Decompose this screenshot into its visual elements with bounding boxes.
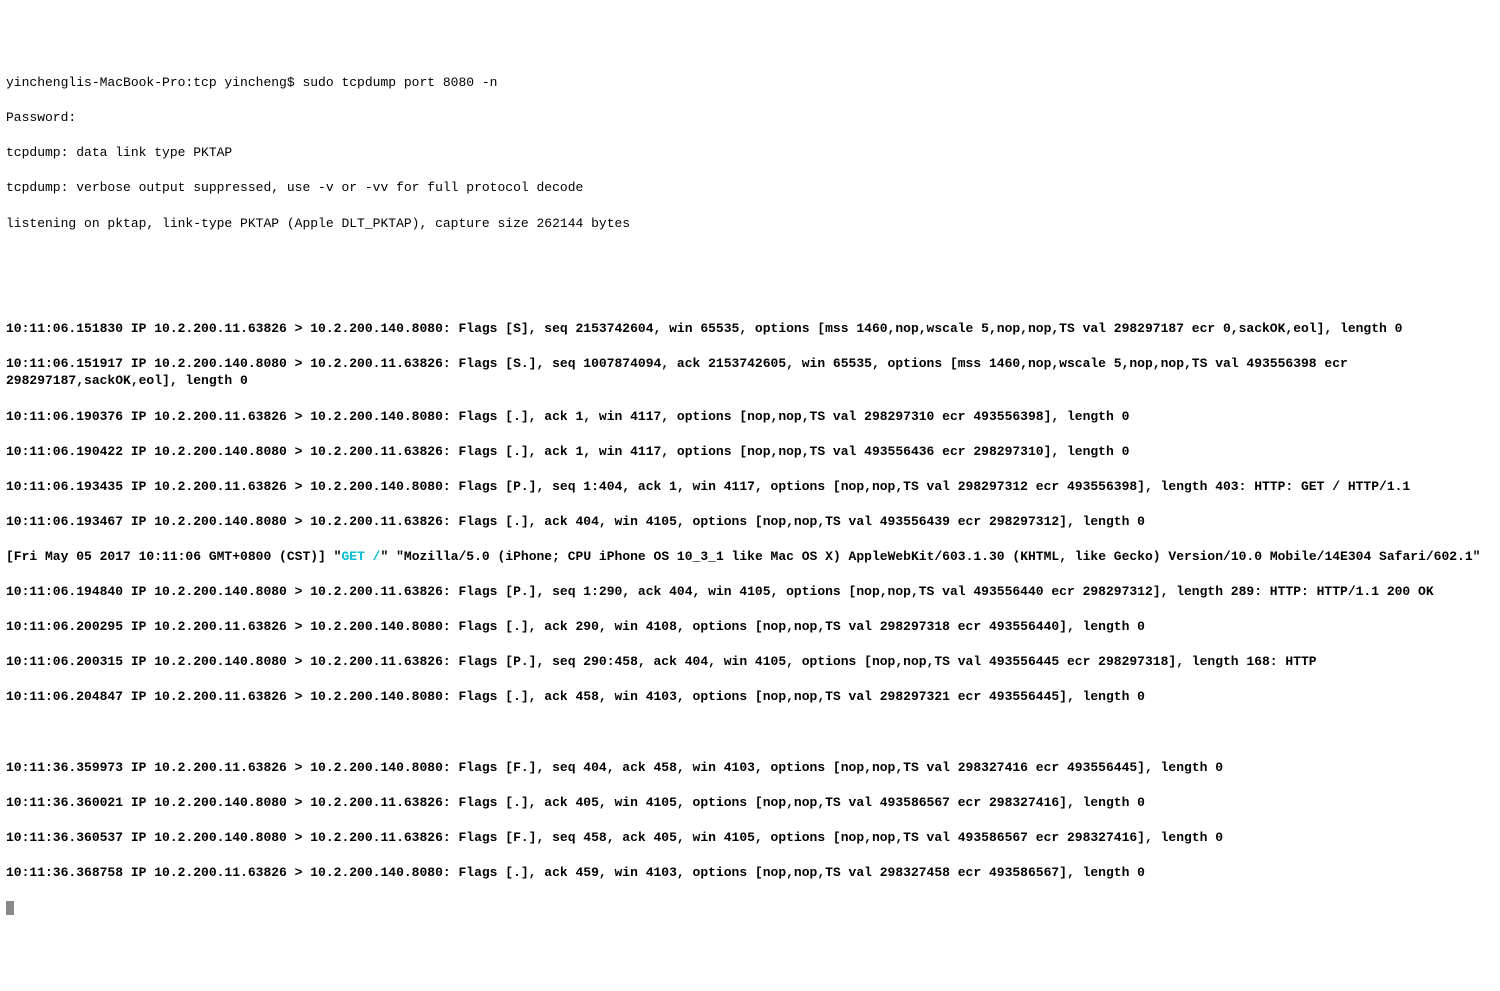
packet-line: 10:11:06.204847 IP 10.2.200.11.63826 > 1…	[6, 688, 1494, 706]
packet-line: 10:11:36.360537 IP 10.2.200.140.8080 > 1…	[6, 829, 1494, 847]
packet-line: 10:11:36.359973 IP 10.2.200.11.63826 > 1…	[6, 759, 1494, 777]
password-prompt[interactable]: Password:	[6, 109, 1494, 127]
packet-line: 10:11:06.193435 IP 10.2.200.11.63826 > 1…	[6, 478, 1494, 496]
blank-line	[6, 285, 1494, 303]
packet-line: 10:11:06.190422 IP 10.2.200.140.8080 > 1…	[6, 443, 1494, 461]
http-log-line: [Fri May 05 2017 10:11:06 GMT+0800 (CST)…	[6, 548, 1494, 566]
tcpdump-msg: tcpdump: data link type PKTAP	[6, 144, 1494, 162]
packet-line: 10:11:06.200295 IP 10.2.200.11.63826 > 1…	[6, 618, 1494, 636]
http-method: GET /	[341, 549, 380, 564]
packet-line: 10:11:06.194840 IP 10.2.200.140.8080 > 1…	[6, 583, 1494, 601]
tcpdump-msg: tcpdump: verbose output suppressed, use …	[6, 179, 1494, 197]
packet-line: 10:11:36.360021 IP 10.2.200.140.8080 > 1…	[6, 794, 1494, 812]
log-prefix: [Fri May 05 2017 10:11:06 GMT+0800 (CST)…	[6, 549, 341, 564]
packet-line: 10:11:06.193467 IP 10.2.200.140.8080 > 1…	[6, 513, 1494, 531]
blank-line	[6, 723, 1494, 741]
packet-line: 10:11:06.151830 IP 10.2.200.11.63826 > 1…	[6, 320, 1494, 338]
packet-line: 10:11:06.151917 IP 10.2.200.140.8080 > 1…	[6, 355, 1494, 390]
tcpdump-msg: listening on pktap, link-type PKTAP (App…	[6, 215, 1494, 233]
packet-line: 10:11:06.190376 IP 10.2.200.11.63826 > 1…	[6, 408, 1494, 426]
terminal-prompt: yinchenglis-MacBook-Pro:tcp yincheng$ su…	[6, 74, 1494, 92]
log-suffix: " "Mozilla/5.0 (iPhone; CPU iPhone OS 10…	[380, 549, 1480, 564]
packet-line: 10:11:36.368758 IP 10.2.200.11.63826 > 1…	[6, 864, 1494, 882]
cursor-icon	[6, 901, 14, 915]
packet-line: 10:11:06.200315 IP 10.2.200.140.8080 > 1…	[6, 653, 1494, 671]
blank-line	[6, 250, 1494, 268]
